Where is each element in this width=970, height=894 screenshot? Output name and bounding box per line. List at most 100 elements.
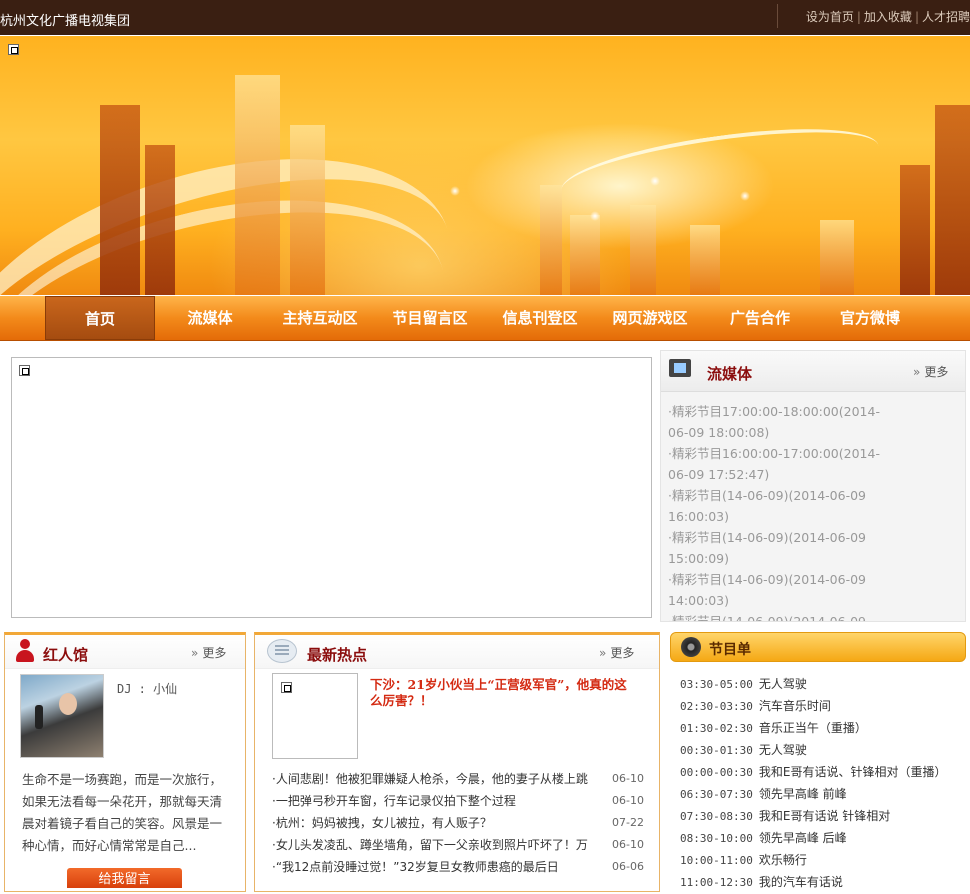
streaming-panel-header: 流媒体 » 更多 <box>661 351 965 392</box>
dj-name: DJ : 小仙 <box>117 682 178 696</box>
schedule-list: 03:30-05:00 无人驾驶 02:30-03:30 汽车音乐时间 01:30-… <box>680 673 966 893</box>
hot-news-list: ·人间悲剧！他被犯罪嫌疑人枪杀，今晨，他的妻子从楼上跳 06-10 ·一把弹弓秒开… <box>272 768 644 878</box>
list-item[interactable]: ·杭州：妈妈被拽，女儿被拉，有人贩子？ 07-22 <box>272 812 644 834</box>
schedule-header: 节目单 <box>670 632 966 662</box>
video-icon <box>669 359 691 377</box>
schedule-program: 无人驾驶 <box>758 677 807 691</box>
schedule-time: 03:30-05:00 <box>680 678 753 691</box>
list-item[interactable]: ·人间悲剧！他被犯罪嫌疑人枪杀，今晨，他的妻子从楼上跳 06-10 <box>272 768 644 790</box>
list-item[interactable]: ·女儿头发凌乱、蹲坐墙角，留下一父亲收到照片吓坏了！万 06-10 <box>272 834 644 856</box>
banner-building <box>630 205 656 295</box>
nav-item-official-weibo[interactable]: 官方微博 <box>815 296 925 340</box>
hot-news-title: 最新热点 <box>307 646 368 664</box>
banner-building <box>900 165 930 295</box>
banner-swoosh <box>557 114 883 222</box>
nav-item-program-messages[interactable]: 节目留言区 <box>375 296 485 340</box>
broken-image-icon <box>281 682 292 693</box>
schedule-row: 07:30-08:30 我和E哥有话说 针锋相对 <box>680 805 966 827</box>
more-label: 更多 <box>202 646 227 660</box>
hot-news-header: 最新热点 » 更多 <box>255 635 659 669</box>
banner-building <box>235 75 280 295</box>
top-bar: 杭州文化广播电视集团 设为首页 | 加入收藏 | 人才招聘 <box>0 0 970 35</box>
schedule-title: 节目单 <box>709 642 751 658</box>
list-item[interactable]: ·精彩节目(14-06-09)(2014-06-09 14:00:03) <box>668 569 898 611</box>
list-item[interactable]: ·精彩节目17:00:00-18:00:00(2014-06-09 18:00:… <box>668 401 898 443</box>
streaming-list: ·精彩节目17:00:00-18:00:00(2014-06-09 18:00:… <box>668 401 898 621</box>
more-label: 更多 <box>924 365 949 379</box>
site-name: 杭州文化广播电视集团 <box>0 14 131 29</box>
add-favorite-link[interactable]: 加入收藏 <box>864 10 912 24</box>
news-title[interactable]: ·杭州：妈妈被拽，女儿被拉，有人贩子？ <box>272 812 598 834</box>
hot-news-more-link[interactable]: » 更多 <box>599 644 634 661</box>
hot-news-headline[interactable]: 下沙：21岁小伙当上“正营级军官”，他真的这么厉害？！ <box>370 677 638 709</box>
news-title[interactable]: ·女儿头发凌乱、蹲坐墙角，留下一父亲收到照片吓坏了！万 <box>272 834 598 856</box>
banner-building <box>290 125 325 295</box>
nav-item-streaming[interactable]: 流媒体 <box>155 296 265 340</box>
schedule-row: 00:00-00:30 我和E哥有话说、针锋相对（重播） <box>680 761 966 783</box>
person-icon <box>15 639 35 663</box>
nav-item-ad-cooperation[interactable]: 广告合作 <box>705 296 815 340</box>
schedule-program: 音乐正当午（重播） <box>758 721 867 735</box>
news-date: 06-10 <box>612 772 644 785</box>
schedule-time: 11:00-12:30 <box>680 876 753 889</box>
list-item[interactable]: ·精彩节目(14-06-09)(2014-06-09 16:00:03) <box>668 485 898 527</box>
list-item[interactable]: ·精彩节目(14-06-09)(2014-06-09 <box>668 611 898 621</box>
banner-building <box>540 185 562 295</box>
news-date: 06-06 <box>612 860 644 873</box>
list-item[interactable]: ·“我12点前没睡过觉！”32岁复旦女教师患癌的最后日 06-06 <box>272 856 644 878</box>
leave-message-button[interactable]: 给我留言 <box>67 868 182 888</box>
schedule-time: 00:00-00:30 <box>680 766 753 779</box>
banner-building <box>820 220 854 295</box>
nav-item-web-games[interactable]: 网页游戏区 <box>595 296 705 340</box>
list-item[interactable]: ·精彩节目(14-06-09)(2014-06-09 15:00:09) <box>668 527 898 569</box>
news-date: 06-10 <box>612 794 644 807</box>
hot-news-thumbnail[interactable] <box>272 673 358 759</box>
link-separator: | <box>856 10 861 24</box>
schedule-time: 00:30-01:30 <box>680 744 753 757</box>
banner-sparkle <box>650 176 660 186</box>
red-room-title: 红人馆 <box>43 646 89 664</box>
schedule-row: 10:00-11:00 欢乐畅行 <box>680 849 966 871</box>
schedule-time: 10:00-11:00 <box>680 854 753 867</box>
list-item[interactable]: ·精彩节目16:00:00-17:00:00(2014-06-09 17:52:… <box>668 443 898 485</box>
banner-sparkle <box>450 186 460 196</box>
schedule-row: 01:30-02:30 音乐正当午（重播） <box>680 717 966 739</box>
more-label: 更多 <box>610 646 635 660</box>
banner-building <box>690 225 720 295</box>
red-room-header: 红人馆 » 更多 <box>5 635 245 669</box>
schedule-time: 06:30-07:30 <box>680 788 753 801</box>
nav-item-info-posting[interactable]: 信息刊登区 <box>485 296 595 340</box>
schedule-program: 我的汽车有话说 <box>758 875 843 889</box>
slideshow-area[interactable] <box>11 357 652 618</box>
schedule-row: 00:30-01:30 无人驾驶 <box>680 739 966 761</box>
schedule-program: 我和E哥有话说 针锋相对 <box>758 809 891 823</box>
schedule-program: 领先早高峰 前峰 <box>758 787 847 801</box>
news-title[interactable]: ·“我12点前没睡过觉！”32岁复旦女教师患癌的最后日 <box>272 856 598 878</box>
careers-link[interactable]: 人才招聘 <box>922 10 970 24</box>
schedule-time: 07:30-08:30 <box>680 810 753 823</box>
schedule-program: 无人驾驶 <box>758 743 807 757</box>
schedule-row: 11:00-12:30 我的汽车有话说 <box>680 871 966 893</box>
news-date: 06-10 <box>612 838 644 851</box>
banner-building <box>935 105 970 295</box>
dj-photo[interactable] <box>20 674 104 758</box>
schedule-program: 汽车音乐时间 <box>758 699 831 713</box>
nav-item-host-interaction[interactable]: 主持互动区 <box>265 296 375 340</box>
schedule-time: 02:30-03:30 <box>680 700 753 713</box>
schedule-time: 01:30-02:30 <box>680 722 753 735</box>
news-title[interactable]: ·一把弹弓秒开车窗，行车记录仪拍下整个过程 <box>272 790 598 812</box>
news-title[interactable]: ·人间悲剧！他被犯罪嫌疑人枪杀，今晨，他的妻子从楼上跳 <box>272 768 598 790</box>
schedule-program: 欢乐畅行 <box>758 853 807 867</box>
schedule-row: 08:30-10:00 领先早高峰 后峰 <box>680 827 966 849</box>
set-homepage-link[interactable]: 设为首页 <box>806 10 854 24</box>
news-date: 07-22 <box>612 816 644 829</box>
disc-icon <box>681 637 701 657</box>
chat-bubble-icon <box>267 639 297 663</box>
banner-sparkle <box>590 211 600 221</box>
nav-item-home[interactable]: 首页 <box>45 296 155 340</box>
list-item[interactable]: ·一把弹弓秒开车窗，行车记录仪拍下整个过程 06-10 <box>272 790 644 812</box>
schedule-row: 06:30-07:30 领先早高峰 前峰 <box>680 783 966 805</box>
red-room-more-link[interactable]: » 更多 <box>191 644 226 661</box>
streaming-more-link[interactable]: » 更多 <box>913 363 948 380</box>
banner-building <box>570 215 600 295</box>
